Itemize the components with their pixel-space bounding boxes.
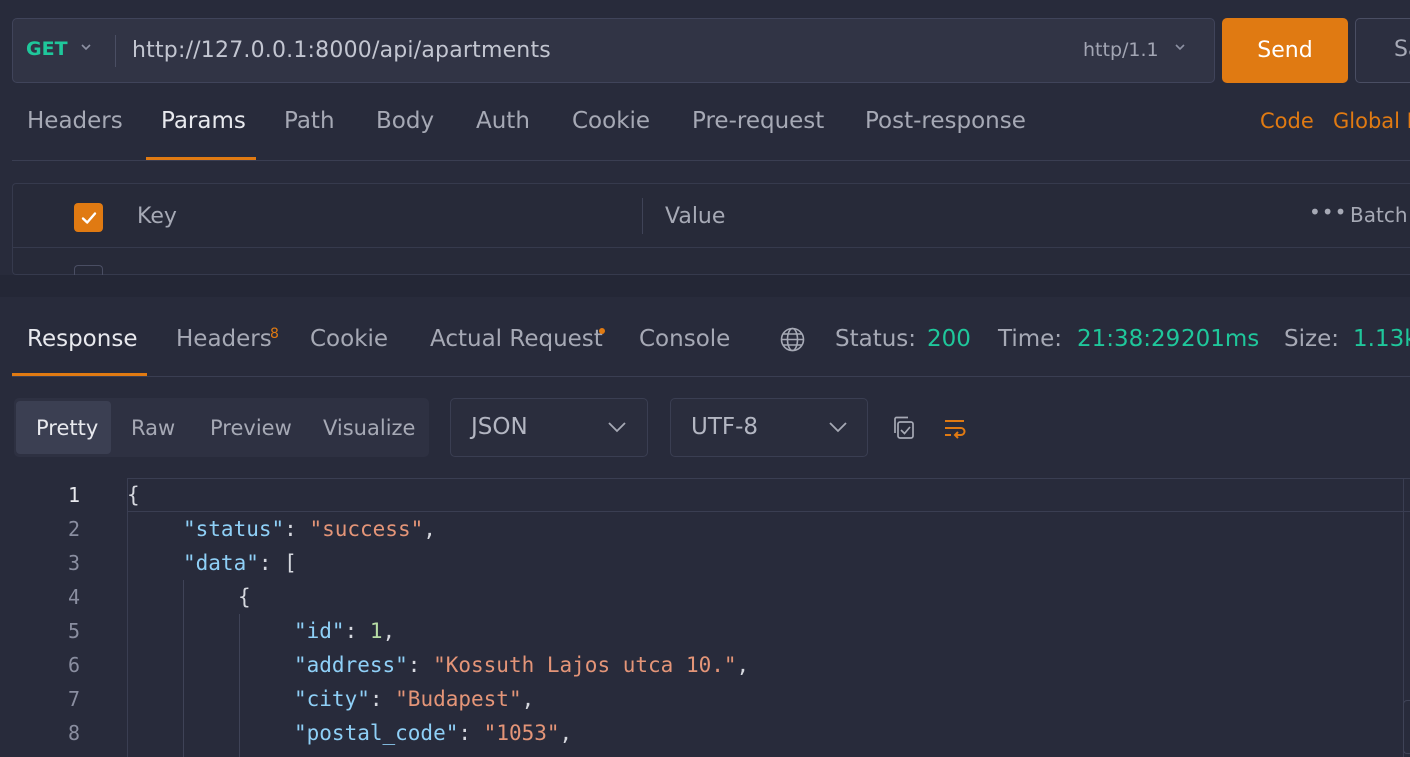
params-table <box>12 183 1410 275</box>
time-value: 21:38:29 <box>1077 326 1181 352</box>
globe-icon[interactable] <box>779 326 806 353</box>
check-icon <box>81 211 96 224</box>
json-string: "Budapest" <box>395 687 522 711</box>
indent-guide <box>239 614 240 757</box>
method-select[interactable]: GET <box>26 38 68 60</box>
json-string: "success" <box>309 517 424 541</box>
json-punct: { <box>127 483 140 507</box>
tab-auth[interactable]: Auth <box>476 108 530 134</box>
tab-response-headers[interactable]: Headers <box>176 326 272 352</box>
code-line[interactable]: "city": "Budapest", <box>294 682 534 716</box>
json-key: "id" <box>294 619 345 643</box>
column-divider[interactable] <box>642 198 643 234</box>
tab-headers[interactable]: Headers <box>27 108 123 134</box>
tab-path[interactable]: Path <box>284 108 335 134</box>
divider <box>127 478 1410 479</box>
json-string: "Kossuth Lajos utca 10." <box>433 653 737 677</box>
divider <box>12 376 1410 377</box>
pane-splitter[interactable] <box>0 275 1410 297</box>
code-line[interactable]: { <box>127 478 140 512</box>
raw-mode-button[interactable]: Raw <box>131 416 175 440</box>
value-column-header: Value <box>665 204 726 229</box>
indent-guide <box>183 580 184 757</box>
line-number: 7 <box>67 687 80 711</box>
line-number: 4 <box>67 585 80 609</box>
divider <box>115 35 116 67</box>
line-number: 3 <box>67 551 80 575</box>
json-string: "1053" <box>483 721 560 745</box>
json-punct: [ <box>284 551 297 575</box>
json-key: "address" <box>294 653 408 677</box>
json-key: "data" <box>183 551 259 575</box>
duration-value: 201ms <box>1181 326 1260 352</box>
tab-response-cookie[interactable]: Cookie <box>310 326 388 352</box>
http-version-select[interactable]: http/1.1 <box>1083 39 1159 61</box>
json-key: "status" <box>183 517 285 541</box>
copy-icon[interactable] <box>891 414 917 442</box>
send-button[interactable]: Send <box>1222 18 1348 83</box>
size-label: Size: <box>1284 326 1339 352</box>
word-wrap-icon[interactable] <box>942 414 968 442</box>
divider <box>12 247 1410 248</box>
tab-params[interactable]: Params <box>161 108 246 134</box>
select-all-checkbox[interactable] <box>74 203 103 232</box>
line-number: 5 <box>67 619 80 643</box>
line-number: 8 <box>67 721 80 745</box>
json-key: "city" <box>294 687 370 711</box>
save-button[interactable]: Sa <box>1355 18 1410 83</box>
status-value: 200 <box>927 326 971 352</box>
line-number: 2 <box>67 517 80 541</box>
status-label: Status: <box>835 326 917 352</box>
code-line[interactable]: { <box>238 580 251 614</box>
global-params-link[interactable]: Global P <box>1333 109 1410 133</box>
json-number: 1 <box>369 619 383 643</box>
encoding-select-value: UTF-8 <box>691 414 759 440</box>
tab-response[interactable]: Response <box>27 326 137 352</box>
code-line[interactable]: "address": "Kossuth Lajos utca 10.", <box>294 648 749 682</box>
more-icon[interactable]: ••• <box>1309 200 1347 224</box>
tab-actual-request[interactable]: Actual Request <box>430 326 603 352</box>
line-number: 1 <box>67 483 80 507</box>
size-value: 1.13k <box>1353 326 1410 352</box>
code-line[interactable]: "id": 1, <box>294 614 395 648</box>
code-line[interactable]: "status": "success", <box>183 512 436 546</box>
code-line[interactable]: "postal_code": "1053", <box>294 716 572 750</box>
chevron-down-icon <box>608 422 626 433</box>
headers-count-badge: 8 <box>270 326 279 342</box>
tab-post-response[interactable]: Post-response <box>865 108 1026 134</box>
preview-mode-button[interactable]: Preview <box>210 416 292 440</box>
line-number: 6 <box>67 653 80 677</box>
tab-console[interactable]: Console <box>639 326 730 352</box>
code-link[interactable]: Code <box>1260 109 1314 133</box>
notification-dot <box>599 328 605 334</box>
chevron-down-icon[interactable] <box>1173 40 1187 58</box>
json-punct: { <box>238 585 251 609</box>
key-column-header: Key <box>137 204 177 229</box>
visualize-mode-button[interactable]: Visualize <box>323 416 415 440</box>
divider <box>12 160 1410 161</box>
pretty-mode-button[interactable]: Pretty <box>36 416 98 440</box>
gutter-border <box>127 478 128 757</box>
format-select-value: JSON <box>471 414 528 440</box>
tab-cookie[interactable]: Cookie <box>572 108 650 134</box>
batch-edit-button[interactable]: Batch <box>1350 203 1408 227</box>
time-label: Time: <box>998 326 1063 352</box>
chevron-down-icon <box>829 422 847 433</box>
tab-pre-request[interactable]: Pre-request <box>692 108 824 134</box>
scrollbar-thumb[interactable] <box>1403 700 1410 754</box>
url-bar: GET http://127.0.0.1:8000/api/apartments… <box>12 18 1215 83</box>
chevron-down-icon[interactable] <box>79 40 93 58</box>
code-line[interactable]: "data": [ <box>183 546 297 580</box>
json-key: "postal_code" <box>294 721 459 745</box>
tab-body[interactable]: Body <box>376 108 434 134</box>
url-input[interactable]: http://127.0.0.1:8000/api/apartments <box>132 38 551 63</box>
